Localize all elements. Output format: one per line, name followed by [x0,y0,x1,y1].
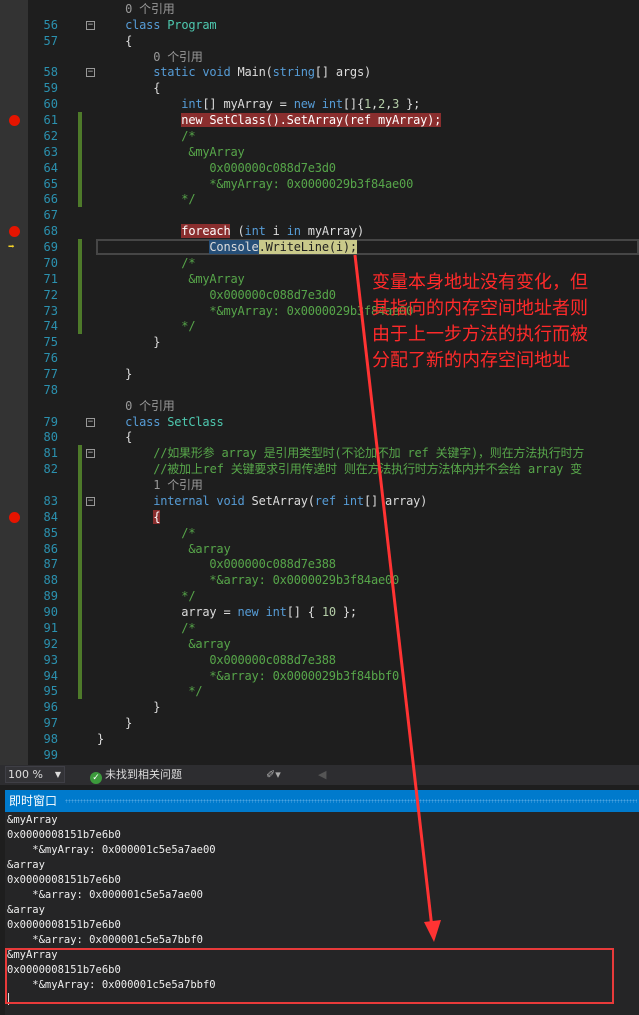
annotation-text: 变量本身地址没有变化，但 其指向的内存空间地址者则 由于上一步方法的执行而被 分… [372,272,588,371]
arrow-head [424,920,441,942]
annotation-arrow [353,254,441,942]
